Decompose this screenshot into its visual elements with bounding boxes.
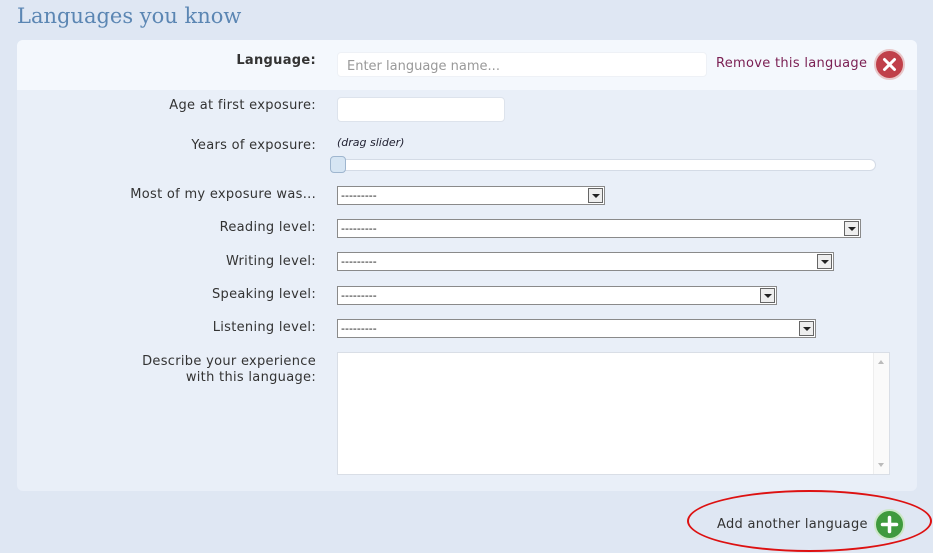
section-heading: Languages you know — [17, 4, 242, 28]
reading-select-value: --------- — [341, 222, 377, 235]
age-input[interactable] — [337, 97, 505, 122]
speaking-select[interactable]: --------- — [337, 286, 777, 305]
remove-language-button[interactable] — [874, 49, 905, 80]
writing-label: Writing level: — [225, 254, 316, 269]
years-slider-track[interactable] — [333, 159, 876, 171]
scroll-up-arrow-icon[interactable] — [878, 360, 884, 364]
speaking-select-value: --------- — [341, 289, 377, 302]
reading-select[interactable]: --------- — [337, 219, 861, 238]
chevron-down-icon — [844, 221, 859, 236]
writing-select[interactable]: --------- — [337, 252, 834, 271]
years-label: Years of exposure: — [191, 138, 316, 153]
describe-label: Describe your experience with this langu… — [16, 354, 316, 386]
textarea-scrollbar[interactable] — [873, 353, 889, 474]
describe-textarea[interactable] — [337, 352, 890, 475]
age-label: Age at first exposure: — [169, 98, 316, 113]
speaking-label: Speaking level: — [211, 287, 316, 302]
years-slider-handle[interactable] — [330, 156, 346, 173]
listening-select[interactable]: --------- — [337, 319, 816, 338]
chevron-down-icon — [588, 188, 603, 203]
chevron-down-icon — [799, 321, 814, 336]
exposure-label: Most of my exposure was... — [130, 187, 316, 202]
listening-select-value: --------- — [341, 322, 377, 335]
annotation-ellipse — [687, 490, 932, 552]
chevron-down-icon — [760, 288, 775, 303]
scroll-down-arrow-icon[interactable] — [878, 463, 884, 467]
chevron-down-icon — [817, 254, 832, 269]
remove-language-link[interactable]: Remove this language — [716, 56, 867, 71]
exposure-select-value: --------- — [341, 189, 377, 202]
reading-label: Reading level: — [219, 220, 316, 235]
exposure-select[interactable]: --------- — [337, 186, 605, 205]
describe-label-line1: Describe your experience — [142, 354, 316, 369]
describe-label-line2: with this language: — [185, 370, 316, 385]
language-name-input[interactable]: Enter language name... — [337, 52, 707, 77]
slider-hint: (drag slider) — [337, 136, 405, 149]
language-label: Language: — [236, 53, 316, 68]
listening-label: Listening level: — [212, 320, 316, 335]
close-icon — [883, 58, 896, 71]
writing-select-value: --------- — [341, 255, 377, 268]
